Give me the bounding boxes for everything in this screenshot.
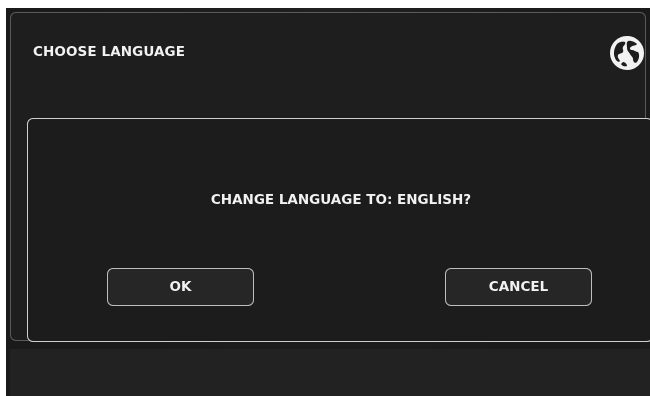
confirm-dialog: CHANGE LANGUAGE TO: ENGLISH? OK CANCEL — [27, 118, 650, 342]
language-panel: CHOOSE LANGUAGE CHANGE LANGUAGE TO: ENGL… — [10, 12, 650, 342]
page-title: CHOOSE LANGUAGE — [33, 44, 186, 60]
cancel-button[interactable]: CANCEL — [445, 268, 592, 306]
ok-button[interactable]: OK — [107, 268, 254, 306]
globe-icon[interactable] — [609, 35, 645, 71]
bottom-bar — [10, 349, 650, 396]
screen: CHOOSE LANGUAGE CHANGE LANGUAGE TO: ENGL… — [6, 8, 650, 396]
confirm-message: CHANGE LANGUAGE TO: ENGLISH? — [210, 192, 472, 208]
